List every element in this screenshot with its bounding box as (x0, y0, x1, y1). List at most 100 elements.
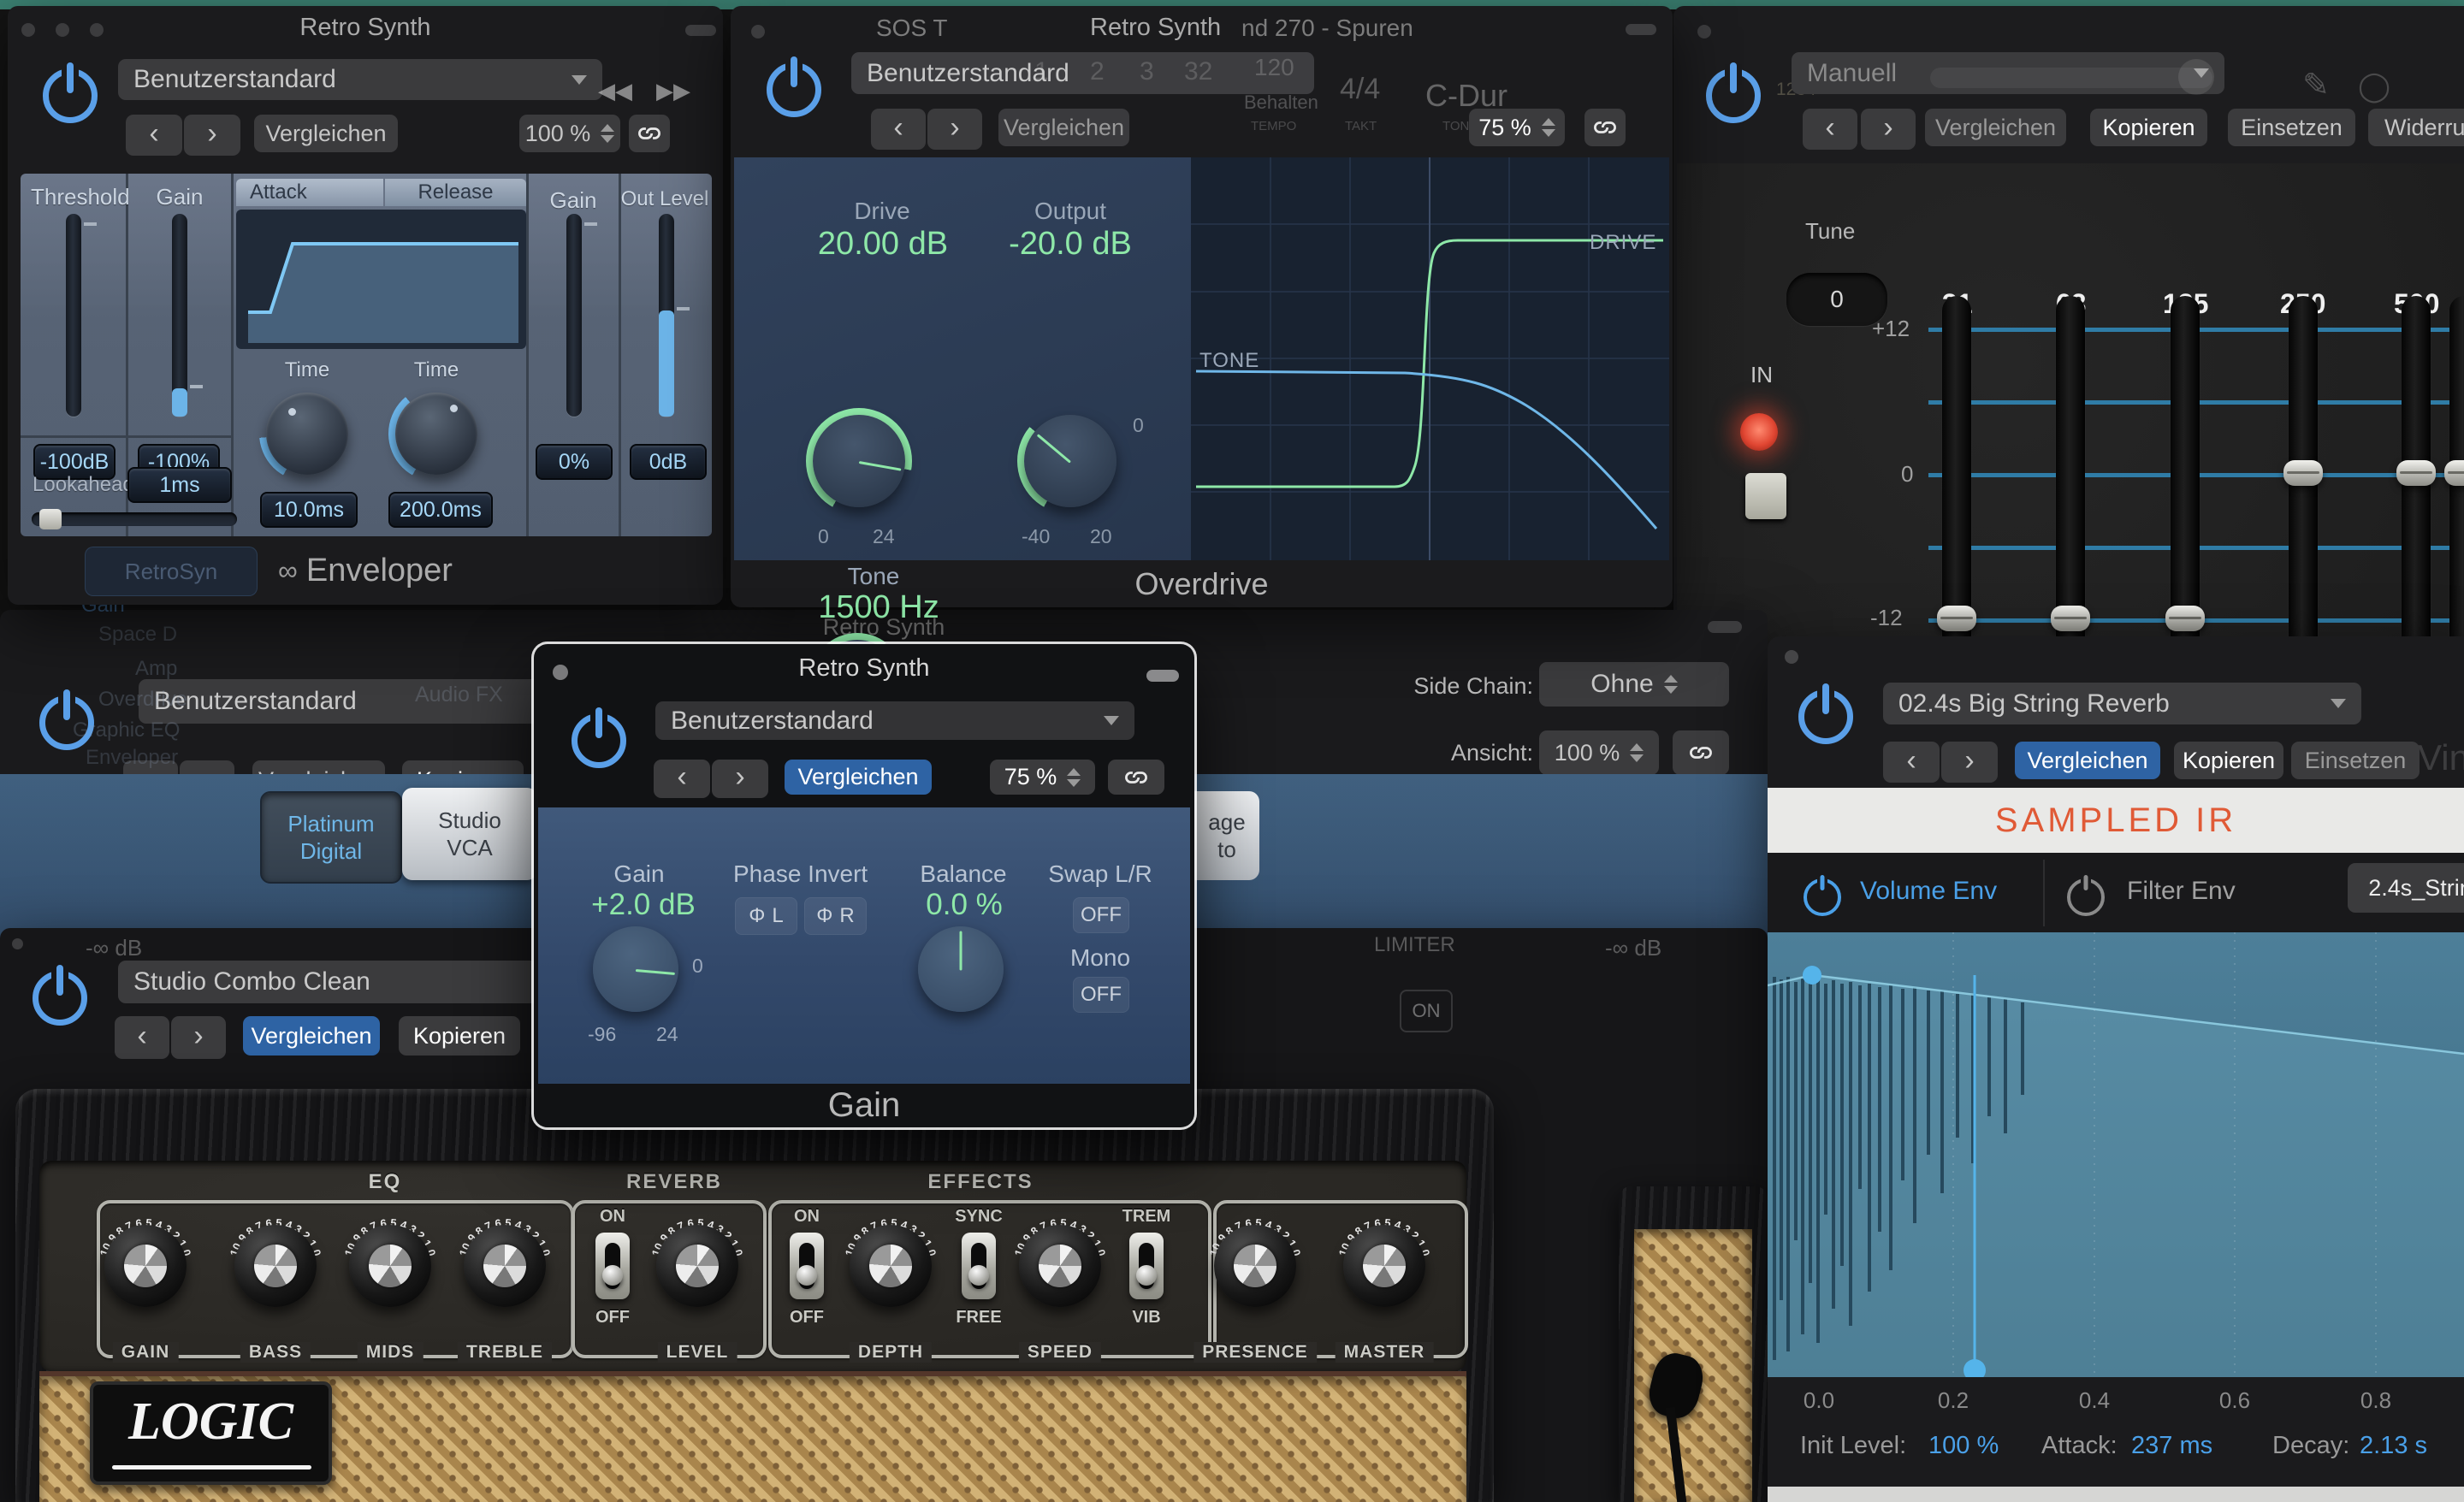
preset-dropdown[interactable]: Benutzerstandard (851, 52, 1314, 94)
circuit-type-vca-button[interactable]: Studio VCA (402, 788, 537, 880)
phase-invert-r-button[interactable]: ΦR (804, 897, 867, 935)
next-preset-button[interactable]: › (927, 109, 982, 150)
next-preset-button[interactable]: › (184, 115, 240, 156)
compare-button[interactable]: Vergleichen (998, 109, 1129, 146)
amp-knob-depth[interactable] (850, 1225, 932, 1307)
amp-knob-mids[interactable] (349, 1225, 431, 1307)
minimize-dot-icon[interactable] (56, 23, 69, 37)
zoom-stepper[interactable]: 100 % (519, 115, 620, 152)
compare-button[interactable]: Vergleichen (785, 760, 932, 795)
balance-value[interactable]: 0.0 % (913, 888, 1016, 922)
compare-button[interactable]: Vergleichen (254, 115, 398, 152)
gain-slider[interactable] (172, 214, 187, 417)
lookahead-slider-handle[interactable] (39, 509, 62, 529)
link-icon[interactable] (1108, 760, 1164, 795)
trem-vib-toggle[interactable] (1129, 1233, 1164, 1299)
eq-slider-handle-250[interactable] (2283, 460, 2323, 486)
paste-button[interactable]: Einsetzen (2228, 109, 2355, 146)
attack-value[interactable]: 237 ms (2131, 1432, 2212, 1460)
sync-free-toggle[interactable] (962, 1233, 996, 1299)
link-icon[interactable] (1584, 109, 1626, 146)
paste-button[interactable]: Einsetzen (2291, 742, 2420, 779)
next-preset-button[interactable]: › (1861, 109, 1916, 150)
plugin-power-button[interactable] (1798, 689, 1853, 744)
copy-button[interactable]: Kopieren (399, 1016, 520, 1056)
copy-button[interactable]: Kopieren (2174, 742, 2283, 779)
tab-volume-env[interactable]: Volume Env (1860, 877, 1997, 906)
prev-preset-button[interactable]: ‹ (126, 115, 182, 156)
release-tab[interactable]: Release (385, 179, 526, 206)
undo-button[interactable]: Widerrufen (2368, 109, 2464, 146)
gain-knob[interactable] (593, 926, 678, 1012)
volume-env-power-icon[interactable] (1804, 878, 1841, 916)
preset-dropdown[interactable]: Studio Combo Clean (118, 961, 568, 1003)
release-time-value[interactable]: 200.0ms (388, 492, 493, 528)
plugin-power-button[interactable] (43, 68, 98, 123)
decay-value[interactable]: 2.13 s (2360, 1432, 2427, 1460)
effects-toggle[interactable] (790, 1233, 824, 1299)
prev-preset-button[interactable]: ‹ (871, 109, 926, 150)
amp-knob-level[interactable] (656, 1225, 738, 1307)
tab-filter-env[interactable]: Filter Env (2127, 877, 2236, 906)
circuit-type-platinum-button[interactable]: Platinum Digital (260, 791, 402, 884)
mono-button[interactable]: OFF (1073, 977, 1129, 1013)
compare-button[interactable]: Vergleichen (1925, 109, 2066, 146)
attack-tab[interactable]: Attack (236, 179, 383, 206)
eq-slider-handle-500[interactable] (2396, 460, 2436, 486)
close-icon[interactable] (553, 665, 568, 680)
minimize-icon[interactable] (685, 25, 716, 36)
ir-waveform-display[interactable] (1768, 932, 2464, 1377)
init-level-value[interactable]: 100 % (1928, 1432, 1999, 1460)
prev-preset-button[interactable]: ‹ (115, 1016, 169, 1059)
eq-bypass-button[interactable] (1745, 473, 1786, 519)
output-knob[interactable] (1024, 415, 1116, 507)
amp-knob-treble[interactable] (464, 1225, 546, 1307)
zoom-dot-icon[interactable] (90, 23, 104, 37)
compare-button[interactable]: Vergleichen (2015, 742, 2160, 779)
drive-value[interactable]: 20.00 dB (806, 226, 960, 263)
in-led[interactable] (1740, 413, 1778, 451)
side-chain-select[interactable]: Ohne (1539, 662, 1729, 707)
next-preset-button[interactable]: › (171, 1016, 226, 1059)
minimize-icon[interactable] (1708, 621, 1742, 633)
prev-preset-button[interactable]: ‹ (654, 760, 710, 798)
compare-button[interactable]: Vergleichen (243, 1016, 380, 1056)
close-icon[interactable] (1697, 25, 1711, 38)
balance-knob[interactable] (918, 926, 1004, 1012)
zoom-stepper[interactable]: 75 % (1469, 109, 1565, 146)
gain2-value[interactable]: 0% (536, 444, 613, 480)
ir-sample-button[interactable]: 2.4s_Strin (2348, 863, 2464, 913)
plugin-power-button[interactable] (572, 713, 626, 768)
eq-slider-track-63[interactable] (2056, 296, 2085, 655)
eq-slider-handle-63[interactable] (2051, 606, 2090, 631)
eq-slider-handle-31[interactable] (1937, 606, 1976, 631)
preset-dropdown[interactable]: 02.4s Big String Reverb (1883, 683, 2361, 724)
output-value[interactable]: -20.0 dB (998, 226, 1143, 263)
lookahead-value[interactable]: 1ms (127, 467, 232, 503)
threshold-slider[interactable] (66, 214, 81, 417)
close-icon[interactable] (1785, 650, 1798, 664)
link-icon[interactable] (1673, 730, 1729, 775)
eq-slider-track-125[interactable] (2171, 296, 2200, 655)
eq-slider-handle-125[interactable] (2165, 606, 2205, 631)
next-preset-button[interactable]: › (712, 760, 768, 798)
minimize-icon[interactable] (1146, 670, 1179, 682)
release-time-knob[interactable] (395, 393, 477, 475)
amp-knob-presence[interactable] (1214, 1225, 1296, 1307)
gain2-slider[interactable] (566, 214, 582, 417)
out-level-value[interactable]: 0dB (630, 444, 707, 480)
link-icon[interactable] (629, 115, 670, 152)
amp-knob-speed[interactable] (1019, 1225, 1101, 1307)
close-icon[interactable] (12, 938, 23, 949)
copy-button[interactable]: Kopieren (2090, 109, 2207, 146)
eq-slider-track-31[interactable] (1942, 296, 1971, 655)
swap-lr-button[interactable]: OFF (1073, 897, 1129, 933)
drive-knob[interactable] (813, 415, 905, 507)
prev-preset-button[interactable]: ‹ (1803, 109, 1857, 150)
preset-dropdown[interactable]: Benutzerstandard (118, 59, 602, 100)
eq-slider-handle-6[interactable] (2444, 460, 2464, 486)
plugin-power-button[interactable] (1706, 68, 1761, 123)
phase-invert-l-button[interactable]: ΦL (735, 897, 797, 935)
view-zoom-stepper[interactable]: 100 % (1539, 730, 1659, 775)
prev-preset-button[interactable]: ‹ (1883, 742, 1940, 783)
